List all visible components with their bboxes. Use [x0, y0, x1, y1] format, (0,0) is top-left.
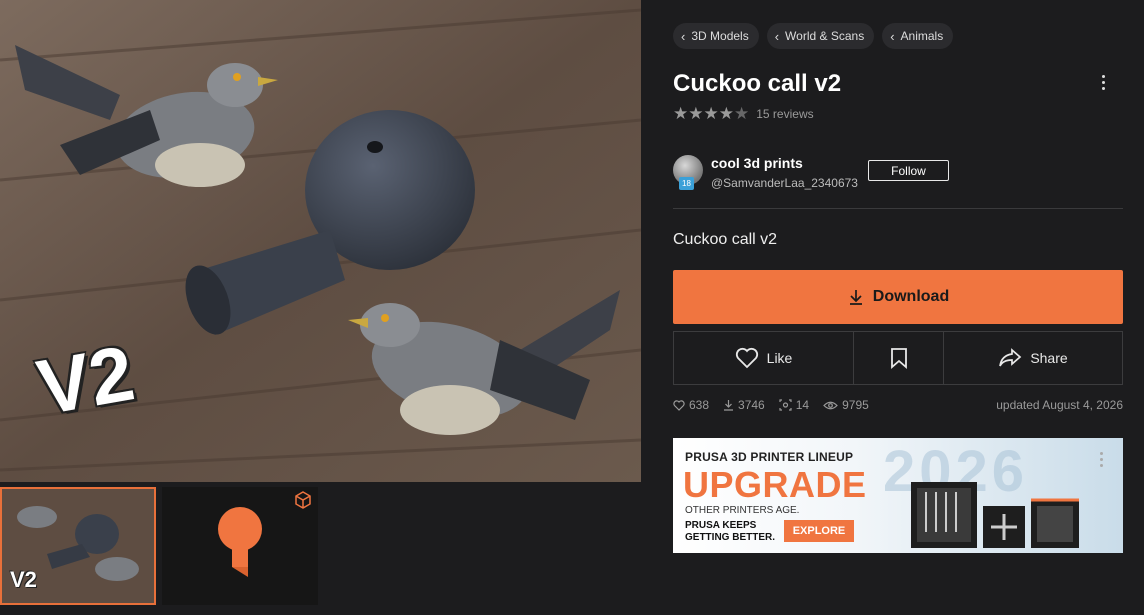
hero-image[interactable]: V2: [0, 0, 641, 482]
chevron-left-icon: ‹: [890, 28, 895, 44]
ad-line2: OTHER PRINTERS AGE.: [685, 505, 800, 516]
model-page: V2 V2 ‹ 3D Models ‹ World & Scans ‹ Anim…: [0, 0, 1144, 615]
download-icon: [849, 290, 862, 305]
download-icon: [724, 400, 734, 411]
rating[interactable]: ★ ★ ★ ★ ★ 15 reviews: [673, 104, 814, 124]
model-subtitle: Cuckoo call v2: [673, 231, 778, 248]
avatar[interactable]: 18: [673, 155, 703, 190]
download-label: Download: [872, 288, 950, 305]
star-rating-icon: ★ ★ ★ ★ ★: [673, 104, 749, 123]
bookmark-icon: [890, 348, 907, 369]
makes-count: 14: [795, 398, 810, 412]
breadcrumb-label: 3D Models: [691, 29, 749, 43]
action-bar: Like Share: [673, 331, 1123, 385]
ad-line3: PRUSA KEEPS GETTING BETTER.: [685, 520, 775, 543]
ad-line1: PRUSA 3D PRINTER LINEUP: [685, 450, 854, 464]
ad-options-icon[interactable]: [1100, 452, 1103, 467]
hero-overlay-text: V2: [30, 328, 141, 432]
heart-icon: [735, 347, 758, 369]
stats-row: 638 3746 14 9795 updated August 4, 2026: [673, 398, 1123, 412]
breadcrumb-label: World & Scans: [785, 29, 865, 43]
breadcrumb-world-scans[interactable]: ‹ World & Scans: [766, 23, 875, 49]
bookmark-button[interactable]: [853, 332, 943, 384]
printers-image: [911, 482, 1079, 548]
heart-icon: [673, 399, 685, 411]
thumbnail-strip: V2: [0, 487, 318, 605]
divider: [673, 208, 1123, 209]
downloads-count: 3746: [738, 398, 765, 412]
thumbnail-overlay-text: V2: [10, 567, 37, 592]
author-block: 18 cool 3d prints @SamvanderLaa_2340673 …: [673, 155, 949, 190]
page-title: Cuckoo call v2: [673, 70, 842, 97]
views-stat: 9795: [823, 398, 869, 412]
breadcrumb-3d-models[interactable]: ‹ 3D Models: [673, 23, 759, 49]
ad-banner[interactable]: 2026 PRUSA 3D PRINTER LINEUP UPGRADE OTH…: [673, 438, 1123, 553]
download-button[interactable]: Download: [673, 270, 1123, 324]
chevron-left-icon: ‹: [681, 28, 686, 44]
share-icon: [999, 348, 1022, 367]
makes-stat: 14: [779, 398, 809, 412]
downloads-stat: 3746: [723, 398, 765, 412]
like-label: Like: [766, 350, 793, 366]
thumbnail-3d-model[interactable]: [162, 487, 318, 605]
share-button[interactable]: Share: [943, 332, 1122, 384]
level-badge: 18: [679, 177, 694, 190]
author-handle: @SamvanderLaa_2340673: [711, 176, 858, 190]
share-label: Share: [1030, 350, 1068, 366]
updated-date: updated August 4, 2026: [996, 398, 1123, 412]
likes-stat: 638: [673, 398, 709, 412]
eye-icon: [823, 401, 838, 409]
makes-icon: [779, 399, 792, 411]
reviews-count[interactable]: 15 reviews: [756, 107, 813, 121]
breadcrumb-label: Animals: [900, 29, 944, 43]
thumbnail-photo[interactable]: V2: [0, 487, 156, 605]
breadcrumb: ‹ 3D Models ‹ World & Scans ‹ Animals: [673, 23, 954, 49]
like-button[interactable]: Like: [674, 332, 853, 384]
author-name[interactable]: cool 3d prints: [711, 155, 858, 171]
ad-explore-button[interactable]: EXPLORE: [784, 520, 854, 542]
likes-count: 638: [689, 398, 710, 412]
more-options-icon[interactable]: [1093, 70, 1113, 94]
3d-cube-icon: [294, 491, 312, 514]
chevron-left-icon: ‹: [774, 28, 780, 44]
ad-headline: UPGRADE: [683, 464, 867, 505]
follow-button[interactable]: Follow: [868, 160, 949, 181]
breadcrumb-animals[interactable]: ‹ Animals: [882, 23, 954, 49]
views-count: 9795: [842, 398, 869, 412]
